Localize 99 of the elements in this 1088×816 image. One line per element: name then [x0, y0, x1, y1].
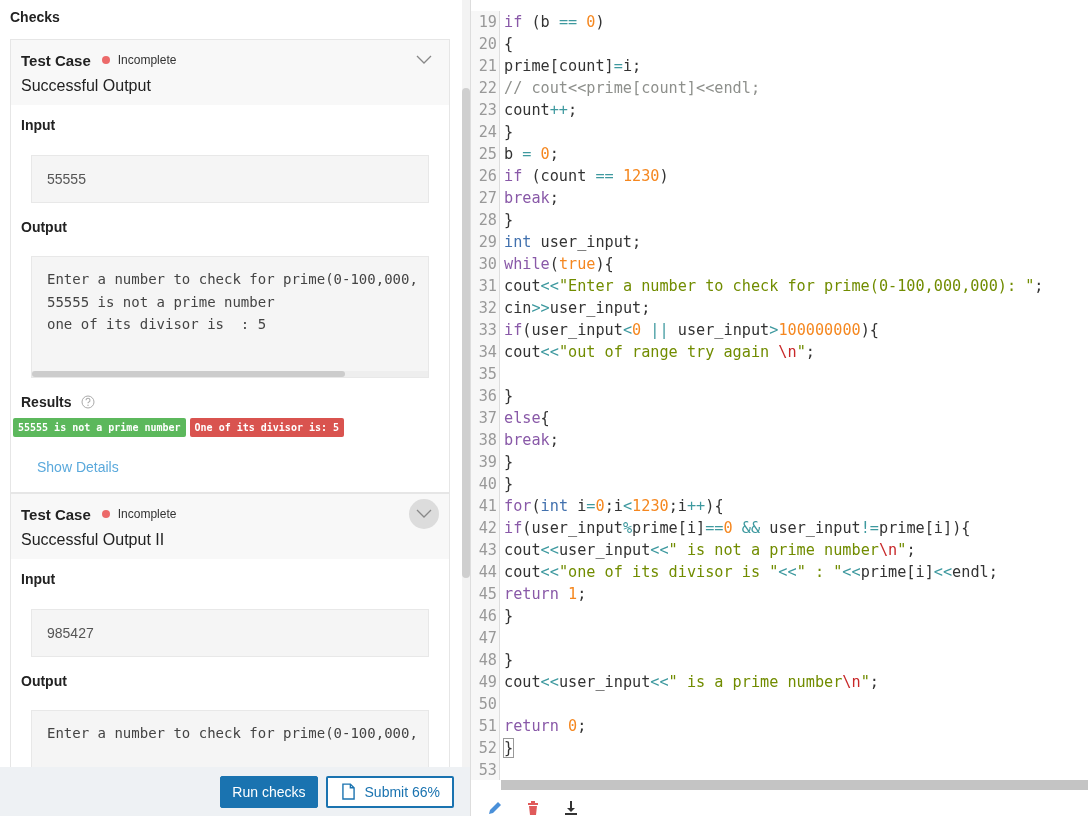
output-line: Enter a number to check for prime(0-100,000,	[47, 724, 419, 743]
line-number: 32	[471, 297, 500, 319]
line-number: 45	[471, 583, 500, 605]
output-line: 55555 is not a prime number	[47, 292, 276, 312]
line-number: 40	[471, 473, 500, 495]
code-line: if (b == 0)	[503, 12, 605, 33]
input-field: 985427	[31, 609, 429, 657]
line-number: 36	[471, 385, 500, 407]
line-number: 37	[471, 407, 500, 429]
result-tag: 55555 is not a prime number	[13, 418, 186, 437]
section-label: Output	[21, 219, 68, 235]
chevron-down-icon	[416, 55, 432, 65]
run-checks-button[interactable]: Run checks	[220, 775, 318, 808]
line-number: 28	[471, 209, 500, 231]
line-number: 25	[471, 143, 500, 165]
line-number: 51	[471, 715, 500, 737]
test-case-title: Successful Output II	[21, 531, 166, 549]
scrollbar[interactable]	[462, 0, 470, 767]
code-line: cin>>user_input;	[503, 298, 651, 319]
code-line: if(user_input%prime[i]==0 && user_input!=prime[i]){	[503, 518, 971, 539]
code-line: break;	[503, 430, 559, 451]
line-number: 49	[471, 671, 500, 693]
code-line: prime[count]=i;	[503, 56, 642, 77]
line-number: 24	[471, 121, 500, 143]
line-number: 20	[471, 33, 500, 55]
section-label: Input	[21, 117, 57, 133]
section-label: Output	[21, 673, 68, 689]
line-number: 22	[471, 77, 500, 99]
code-line: }	[503, 650, 514, 671]
line-number: 42	[471, 517, 500, 539]
line-number: 34	[471, 341, 500, 363]
line-number: 41	[471, 495, 500, 517]
code-line: cout<<"Enter a number to check for prime(0-100,000,000): ";	[503, 276, 1044, 297]
chevron-down-icon	[416, 509, 432, 519]
code-line: int user_input;	[503, 232, 642, 253]
line-number: 27	[471, 187, 500, 209]
line-number: 53	[471, 759, 500, 780]
line-number: 33	[471, 319, 500, 341]
code-line: if(user_input<0 || user_input>100000000){	[503, 320, 879, 341]
line-number: 46	[471, 605, 500, 627]
line-number: 52	[471, 737, 500, 759]
line-number: 38	[471, 429, 500, 451]
section-label: Input	[21, 571, 57, 587]
code-line: count++;	[503, 100, 578, 121]
result-tag: One of its divisor is: 5	[189, 418, 345, 437]
line-number: 21	[471, 55, 500, 77]
line-number: 31	[471, 275, 500, 297]
test-case-label: Test Case	[21, 51, 91, 69]
expand-toggle[interactable]	[409, 499, 439, 529]
code-line: cout<<"one of its divisor is "<<" : "<<prime[i]<<endl;	[503, 562, 998, 583]
output-line: Enter a number to check for prime(0-100,000,	[47, 270, 419, 289]
output-line: one of its divisor is : 5	[47, 315, 268, 334]
line-number: 50	[471, 693, 500, 715]
status-label: Incomplete	[117, 53, 177, 67]
show-details-link[interactable]: Show Details	[37, 459, 119, 475]
line-number: 23	[471, 99, 500, 121]
submit-button[interactable]: Submit 66%	[325, 775, 454, 808]
code-line: }	[503, 738, 514, 759]
panel-title: Checks	[10, 9, 61, 25]
download-icon[interactable]	[563, 800, 579, 816]
code-line: cout<<user_input<<" is a prime number\n";	[503, 672, 879, 693]
code-line: while(true){	[503, 254, 614, 275]
line-number: 35	[471, 363, 500, 385]
code-line: for(int i=0;i<1230;i++){	[503, 496, 724, 517]
test-case-title: Successful Output	[21, 77, 152, 95]
file-icon	[341, 783, 355, 800]
code-line: }	[503, 210, 514, 231]
section-label: Results	[21, 394, 72, 410]
code-line: cout<<user_input<<" is not a prime number\n";	[503, 540, 916, 561]
line-number: 19	[471, 11, 500, 33]
input-field: 55555	[31, 155, 429, 203]
line-number: 44	[471, 561, 500, 583]
scrollbar[interactable]	[501, 780, 1088, 790]
line-number: 43	[471, 539, 500, 561]
line-number: 47	[471, 627, 500, 649]
code-line: }	[503, 386, 514, 407]
status-label: Incomplete	[117, 507, 177, 521]
code-line: break;	[503, 188, 559, 209]
line-number: 30	[471, 253, 500, 275]
test-case-label: Test Case	[21, 505, 91, 523]
line-number: 29	[471, 231, 500, 253]
code-line: else{	[503, 408, 550, 429]
line-number: 26	[471, 165, 500, 187]
line-number: 39	[471, 451, 500, 473]
code-line: }	[503, 474, 514, 495]
code-line: {	[503, 34, 514, 55]
code-line: return 0;	[503, 716, 587, 737]
line-number: 48	[471, 649, 500, 671]
pencil-icon[interactable]	[487, 800, 503, 816]
code-line: if (count == 1230)	[503, 166, 669, 187]
trash-icon[interactable]	[525, 800, 541, 816]
help-icon[interactable]	[80, 395, 95, 409]
code-line: return 1;	[503, 584, 587, 605]
code-line: }	[503, 452, 514, 473]
code-line: // cout<<prime[count]<<endl;	[503, 78, 761, 99]
code-line: }	[503, 606, 514, 627]
code-line: b = 0;	[503, 144, 559, 165]
code-line: }	[503, 122, 514, 143]
code-line: cout<<"out of range try again \n";	[503, 342, 815, 363]
